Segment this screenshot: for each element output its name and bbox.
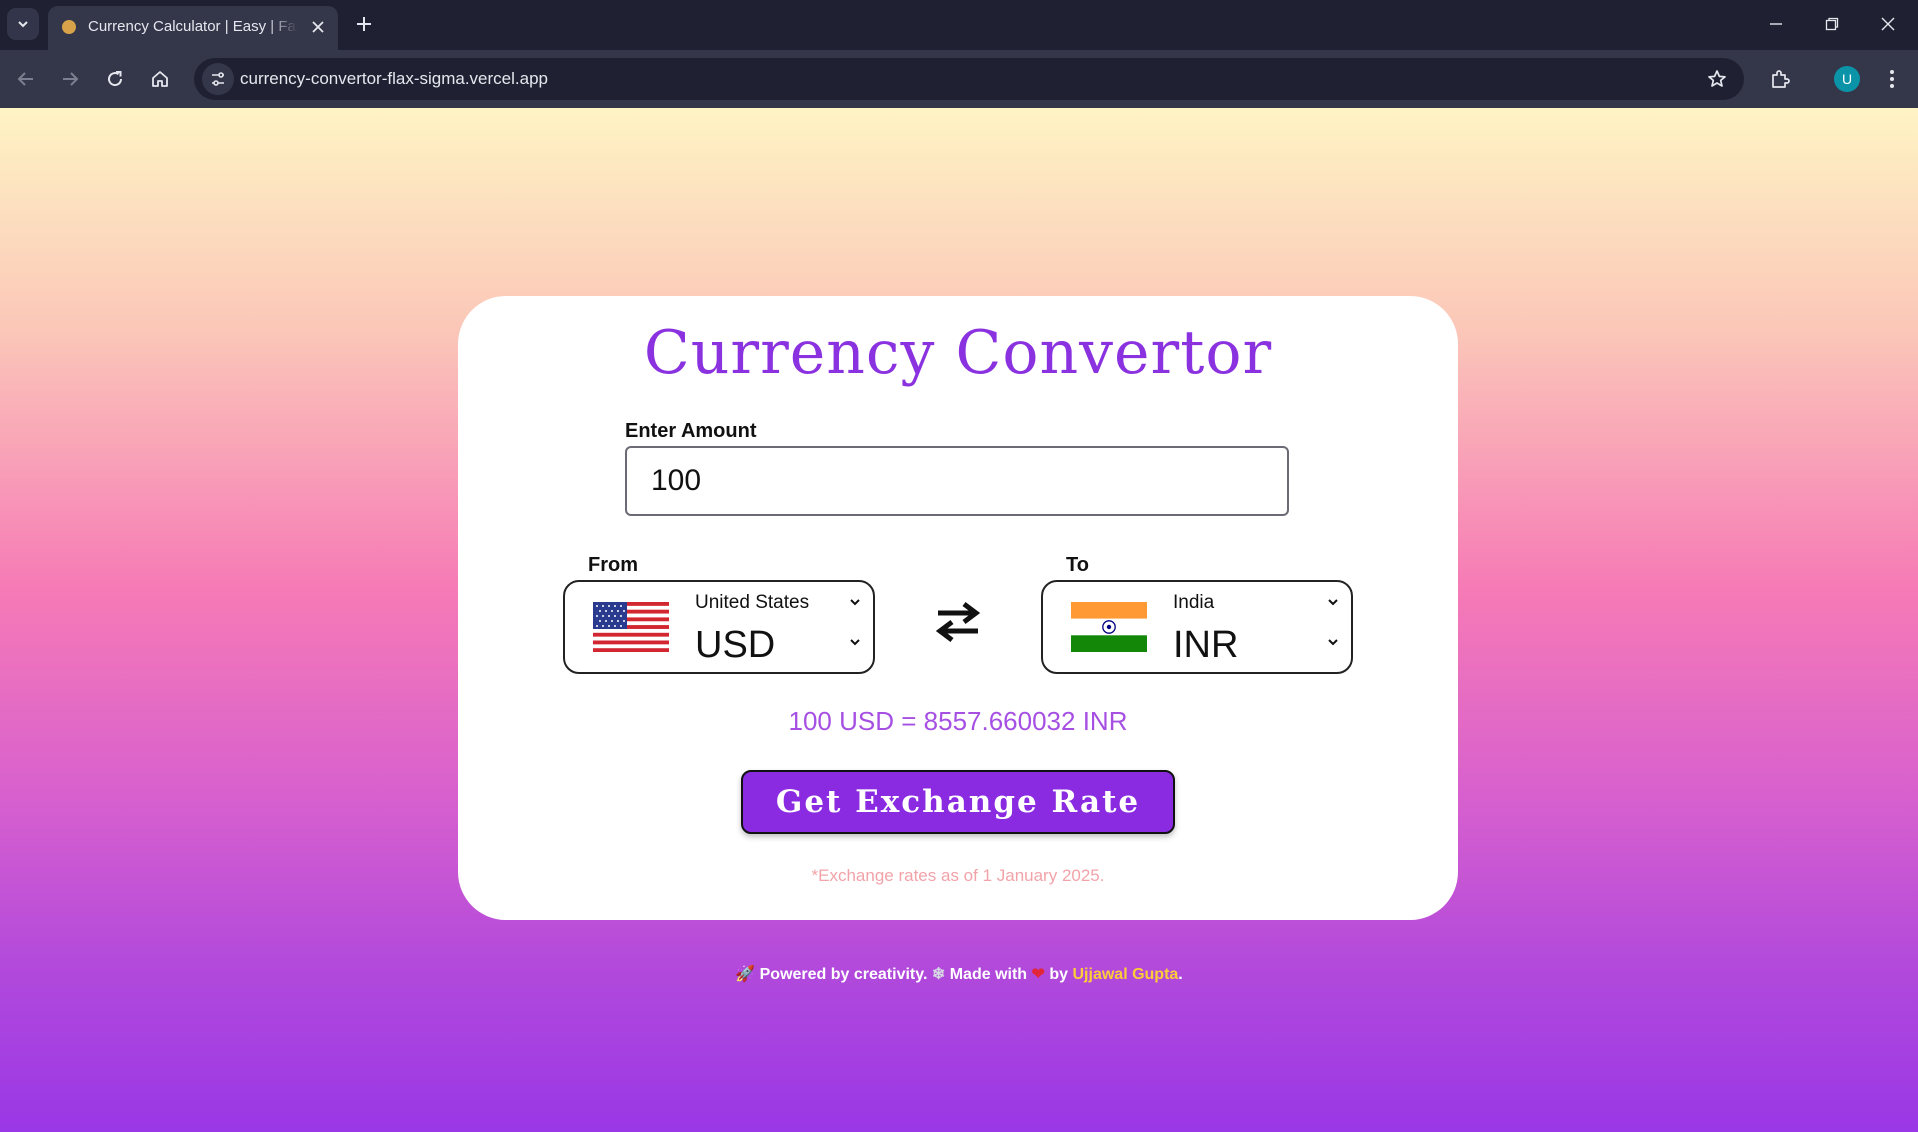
get-exchange-rate-button[interactable]: Get Exchange Rate	[741, 770, 1175, 834]
author-link[interactable]: Ujjawal Gupta	[1073, 966, 1179, 983]
arrow-right-icon	[63, 72, 79, 86]
url-text[interactable]: currency-convertor-flax-sigma.vercel.app	[240, 69, 548, 89]
back-button[interactable]	[10, 63, 42, 95]
chevron-down-icon[interactable]	[847, 634, 863, 650]
minimize-icon	[1770, 23, 1782, 25]
money-bag-icon	[62, 20, 76, 34]
converter-card: Currency Convertor Enter Amount From	[458, 296, 1458, 920]
restore-button[interactable]	[1812, 8, 1852, 40]
new-tab-button[interactable]	[350, 10, 378, 38]
to-currency-select[interactable]: India INR	[1041, 580, 1353, 674]
forward-button[interactable]	[54, 63, 86, 95]
reload-button[interactable]	[99, 63, 131, 95]
puzzle-icon	[1772, 70, 1790, 88]
conversion-result: 100 USD = 8557.660032 INR	[788, 706, 1128, 736]
footer-period: .	[1178, 966, 1183, 983]
india-flag-icon	[1071, 602, 1147, 652]
extensions-button[interactable]	[1764, 63, 1796, 95]
amount-label: Enter Amount	[625, 420, 757, 442]
tab-title: Currency Calculator | Easy | Fast	[88, 18, 298, 35]
footer-powered: Powered by creativity.	[759, 966, 928, 983]
swap-arrows-icon	[935, 602, 981, 642]
tab-close-button[interactable]	[308, 17, 328, 37]
rocket-icon: 🚀	[735, 966, 756, 983]
close-icon	[312, 21, 324, 33]
chevron-down-icon[interactable]	[847, 594, 863, 610]
chevron-down-icon	[18, 21, 28, 28]
page-background: Currency Convertor Enter Amount From	[0, 108, 1918, 1132]
from-label: From	[588, 554, 638, 576]
close-icon	[1881, 17, 1895, 31]
footer: 🚀 Powered by creativity. ❄ Made with ❤ b…	[0, 964, 1918, 984]
arrow-left-icon	[17, 72, 33, 86]
rates-note: *Exchange rates as of 1 January 2025.	[811, 866, 1105, 885]
profile-avatar[interactable]: U	[1834, 66, 1860, 92]
page-title: Currency Convertor	[643, 318, 1273, 388]
us-flag-icon	[593, 602, 669, 652]
swap-currencies-button[interactable]	[932, 596, 984, 648]
to-country[interactable]: India	[1173, 592, 1214, 614]
to-label: To	[1066, 554, 1089, 576]
tune-icon	[212, 72, 224, 86]
chevron-down-icon[interactable]	[1325, 634, 1341, 650]
kebab-menu-icon	[1890, 70, 1894, 88]
home-button[interactable]	[144, 63, 176, 95]
to-currency-code[interactable]: INR	[1173, 624, 1238, 667]
tab-search-button[interactable]	[7, 8, 39, 40]
address-bar[interactable]: currency-convertor-flax-sigma.vercel.app	[194, 58, 1744, 100]
chevron-down-icon[interactable]	[1325, 594, 1341, 610]
from-country[interactable]: United States	[695, 592, 809, 614]
minimize-button[interactable]	[1756, 8, 1796, 40]
from-currency-code[interactable]: USD	[695, 624, 775, 667]
close-window-button[interactable]	[1868, 8, 1908, 40]
from-currency-select[interactable]: United States USD	[563, 580, 875, 674]
reload-icon	[108, 71, 123, 87]
footer-by: by	[1049, 966, 1069, 983]
home-icon	[152, 71, 168, 87]
browser-titlebar: Currency Calculator | Easy | Fast	[0, 0, 1918, 50]
plus-icon	[357, 17, 371, 31]
browser-tab[interactable]: Currency Calculator | Easy | Fast	[48, 6, 338, 50]
heart-icon: ❤	[1031, 966, 1045, 983]
bookmark-button[interactable]	[1704, 66, 1730, 92]
menu-button[interactable]	[1876, 63, 1908, 95]
star-icon	[1708, 70, 1726, 87]
restore-icon	[1825, 17, 1839, 31]
browser-toolbar: currency-convertor-flax-sigma.vercel.app…	[0, 50, 1918, 108]
amount-input[interactable]	[625, 446, 1289, 516]
site-info-button[interactable]	[202, 63, 234, 95]
sparkle-icon: ❄	[931, 966, 946, 983]
footer-made-with: Made with	[949, 966, 1028, 983]
